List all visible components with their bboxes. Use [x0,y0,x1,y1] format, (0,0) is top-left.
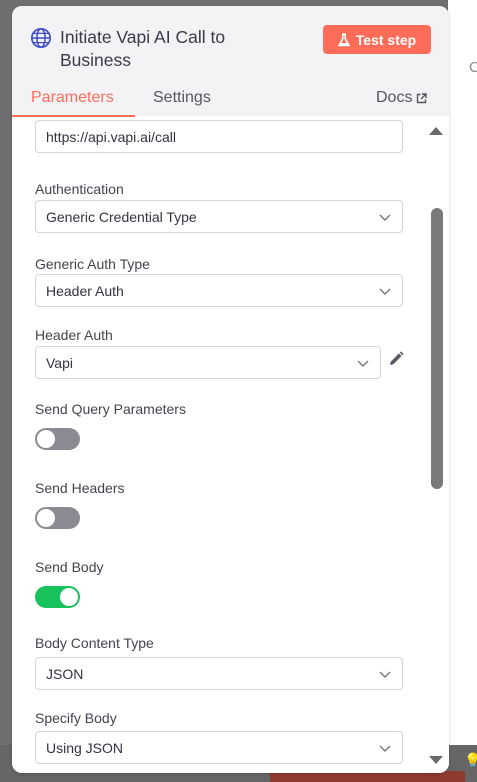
generic-auth-type-value: Header Auth [46,282,124,299]
url-input[interactable]: https://api.vapi.ai/call [35,120,403,153]
test-step-button[interactable]: Test step [323,25,431,54]
external-link-icon [417,92,428,103]
scrollbar-thumb[interactable] [431,208,443,489]
lightbulb-icon[interactable]: 💡 [464,752,477,769]
send-headers-toggle[interactable] [35,507,80,529]
toggle-knob [37,430,55,448]
authentication-value: Generic Credential Type [46,208,197,225]
authentication-select[interactable]: Generic Credential Type [35,200,403,233]
send-query-parameters-label: Send Query Parameters [35,401,186,417]
background-partial-text: C [469,59,477,76]
node-settings-panel: Initiate Vapi AI Call to Business Test s… [12,6,449,773]
background-canvas [448,0,477,745]
docs-link[interactable]: Docs [376,89,428,107]
node-title[interactable]: Initiate Vapi AI Call to Business [60,26,300,72]
header-auth-value: Vapi [46,354,73,371]
header-auth-select[interactable]: Vapi [35,346,381,379]
edit-credential-icon[interactable] [388,351,404,367]
chevron-down-icon [379,671,391,678]
chevron-down-icon [379,745,391,752]
docs-label: Docs [376,89,413,106]
send-headers-label: Send Headers [35,480,125,496]
tab-parameters[interactable]: Parameters [31,89,114,107]
body-content-type-label: Body Content Type [35,635,154,651]
body-content-type-select[interactable]: JSON [35,657,403,690]
parameters-form: https://api.vapi.ai/call Authentication … [12,117,449,773]
url-value: https://api.vapi.ai/call [46,128,176,145]
body-content-type-value: JSON [46,665,84,682]
specify-body-value: Using JSON [46,739,124,756]
toggle-knob [60,588,78,606]
chevron-down-icon [357,360,369,367]
send-body-label: Send Body [35,559,104,575]
scroll-up-arrow[interactable] [429,127,443,135]
globe-icon [31,28,51,48]
tab-settings[interactable]: Settings [153,89,211,107]
generic-auth-type-select[interactable]: Header Auth [35,274,403,307]
specify-body-label: Specify Body [35,710,117,726]
specify-body-select[interactable]: Using JSON [35,731,403,764]
scroll-down-arrow[interactable] [429,756,443,764]
generic-auth-type-label: Generic Auth Type [35,256,150,272]
header-auth-label: Header Auth [35,327,113,343]
flask-icon [337,32,350,46]
panel-header: Initiate Vapi AI Call to Business Test s… [12,6,449,116]
chevron-down-icon [379,288,391,295]
toggle-knob [37,509,55,527]
chevron-down-icon [379,214,391,221]
authentication-label: Authentication [35,181,124,197]
send-body-toggle[interactable] [35,586,80,608]
test-step-label: Test step [355,31,417,48]
send-query-parameters-toggle[interactable] [35,428,80,450]
